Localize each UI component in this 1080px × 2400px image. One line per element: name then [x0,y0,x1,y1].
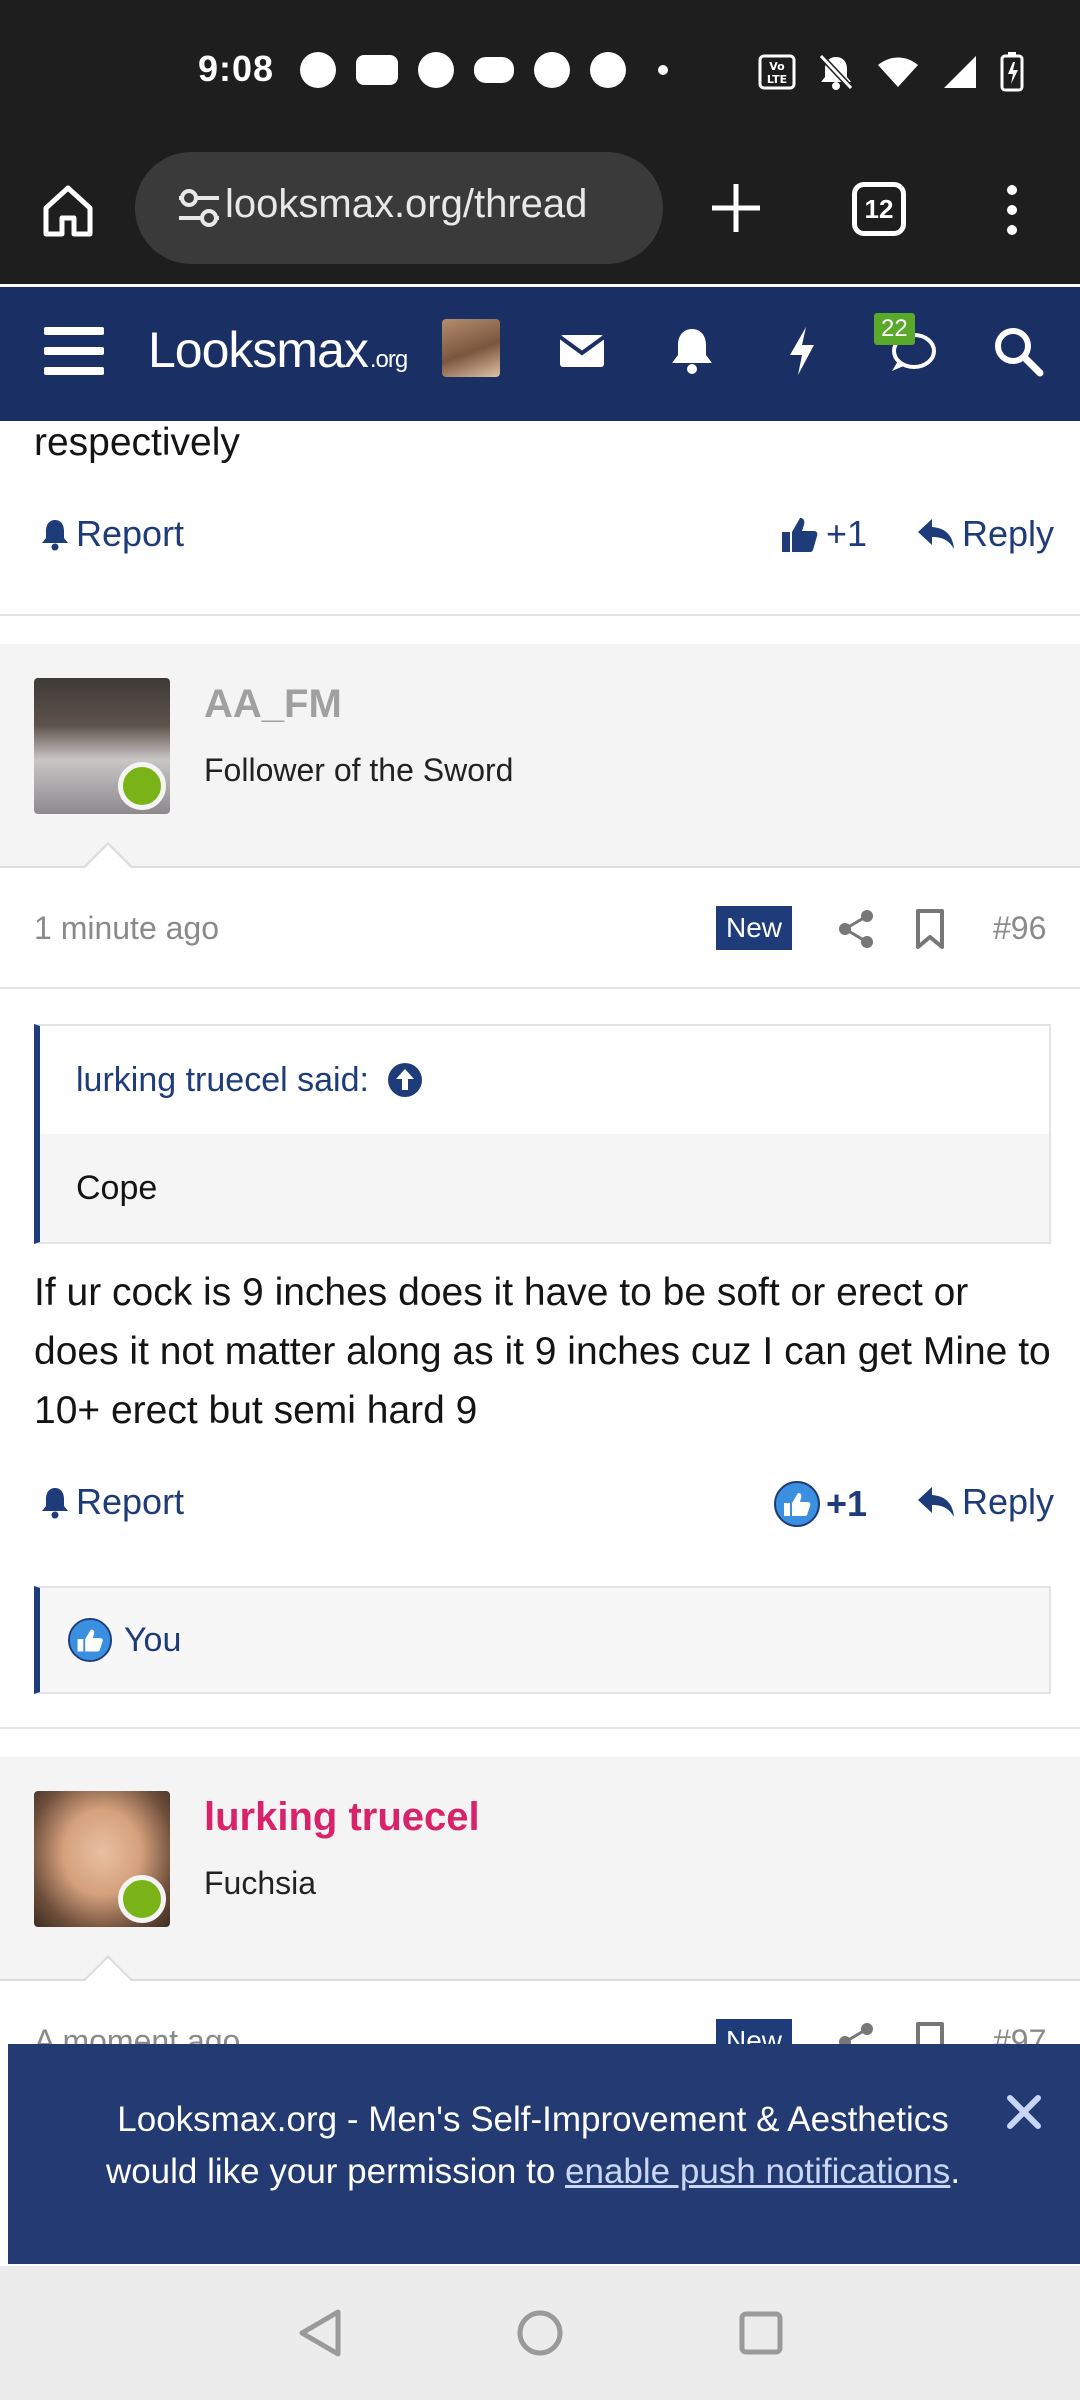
alerts-count-badge: 22 [874,313,915,345]
more-menu-icon[interactable] [992,180,1032,240]
share-icon[interactable] [836,908,876,950]
user-title: Fuchsia [204,1865,317,1901]
more-notifications-dot [658,65,668,75]
muted-bell-icon [818,53,854,91]
youtube-icon [356,55,398,85]
online-indicator [118,762,166,810]
user-block-pointer [82,842,134,869]
post-divider [0,987,1080,989]
logo-suffix: .org [369,346,408,373]
account-avatar[interactable] [442,319,500,377]
site-settings-icon[interactable] [175,186,223,230]
bookmark-icon[interactable] [914,908,946,950]
url-text[interactable]: looksmax.org/thread [225,182,655,227]
wifi-icon [878,57,918,87]
recents-icon[interactable] [734,2306,788,2360]
heart-app-icon [418,52,454,88]
like-count: +1 [826,1483,868,1524]
status-time: 9:08 [198,48,275,89]
notification-icons [300,52,668,88]
post-divider [0,1727,1080,1729]
reply-label: Reply [962,513,1055,554]
status-bar: 9:08 Vo LTE [0,0,1080,144]
tab-switcher-button[interactable]: 12 [852,182,906,236]
report-label: Report [76,513,185,554]
battery-icon [1000,52,1024,92]
post-96-user-block: AA_FM Follower of the Sword [0,644,1080,869]
lightning-icon[interactable] [774,323,830,379]
post-number[interactable]: #96 [993,910,1046,947]
home-circle-icon[interactable] [513,2306,567,2360]
reactions-bar[interactable]: You [34,1586,1051,1694]
quote-header[interactable]: lurking truecel said: [40,1026,1049,1134]
like-button[interactable]: +1 [780,513,867,555]
user-title: Follower of the Sword [204,752,514,788]
quote-block: lurking truecel said: Cope [34,1024,1051,1244]
push-notification-banner: Looksmax.org - Men's Self-Improvement & … [8,2044,1080,2264]
push-banner-text: Looksmax.org - Men's Self-Improvement & … [68,2094,998,2198]
site-header: Looksmax.org 22 [0,287,1080,421]
inbox-icon[interactable] [554,323,610,379]
new-badge: New [716,906,793,950]
like-button[interactable]: +1 [774,1481,867,1527]
post-96-meta: 1 minute ago New #96 [0,902,1080,962]
reply-button[interactable]: Reply [916,513,1054,555]
back-icon[interactable] [294,2306,348,2360]
bell-icon [42,1488,68,1519]
previous-post-actions: Report +1 Reply [0,513,1080,573]
post-divider [0,614,1080,616]
post-97-user-block: lurking truecel Fuchsia [0,1757,1080,1982]
previous-post-text: respectively [34,421,240,464]
like-reaction-icon [68,1618,112,1662]
post-time[interactable]: 1 minute ago [34,910,219,947]
bell-icon[interactable] [664,323,720,379]
reactions-text[interactable]: You [124,1621,181,1660]
report-button[interactable]: Report [40,1481,184,1523]
klart-icon [474,57,514,83]
search-icon[interactable] [990,323,1046,379]
like-reaction-icon [774,1481,820,1527]
home-icon[interactable] [38,180,98,240]
online-indicator [118,1875,166,1923]
enable-push-link[interactable]: enable push notifications [565,2152,950,2191]
reply-label: Reply [962,1481,1055,1522]
svg-text:Vo: Vo [769,60,785,73]
url-bar[interactable]: looksmax.org/thread [135,152,663,264]
close-icon[interactable] [1004,2092,1044,2132]
username[interactable]: AA_FM [204,682,342,727]
reply-icon [918,1487,954,1517]
push-banner-period: . [950,2152,961,2191]
post-96-actions: Report +1 Reply [0,1481,1080,1541]
report-label: Report [76,1481,185,1522]
pinwheel-icon [590,52,626,88]
svg-text:LTE: LTE [767,73,787,86]
arrow-up-circle-icon[interactable] [387,1062,423,1098]
reddit-icon [534,52,570,88]
reply-icon [918,519,954,549]
post-body: If ur cock is 9 inches does it have to b… [34,1271,1051,1432]
bell-icon [42,520,68,551]
logo-text: Looksmax [148,322,369,378]
system-icons: Vo LTE [758,52,1024,92]
quote-text: Cope [40,1134,1049,1242]
site-logo[interactable]: Looksmax.org [148,321,408,379]
volte-icon: VoLTE [758,54,796,90]
snapchat-icon [300,52,336,88]
signal-icon [944,56,976,88]
user-block-pointer [82,1955,134,1982]
like-count: +1 [826,513,868,554]
quote-author[interactable]: lurking truecel said: [76,1061,369,1100]
new-tab-icon[interactable] [708,180,764,236]
username[interactable]: lurking truecel [204,1795,480,1840]
thumbs-up-icon [782,518,818,552]
browser-toolbar: looksmax.org/thread 12 [0,144,1080,284]
hamburger-menu-icon[interactable] [44,323,104,379]
system-navigation-bar [0,2266,1080,2400]
reply-button[interactable]: Reply [916,1481,1054,1523]
report-button[interactable]: Report [40,513,184,555]
